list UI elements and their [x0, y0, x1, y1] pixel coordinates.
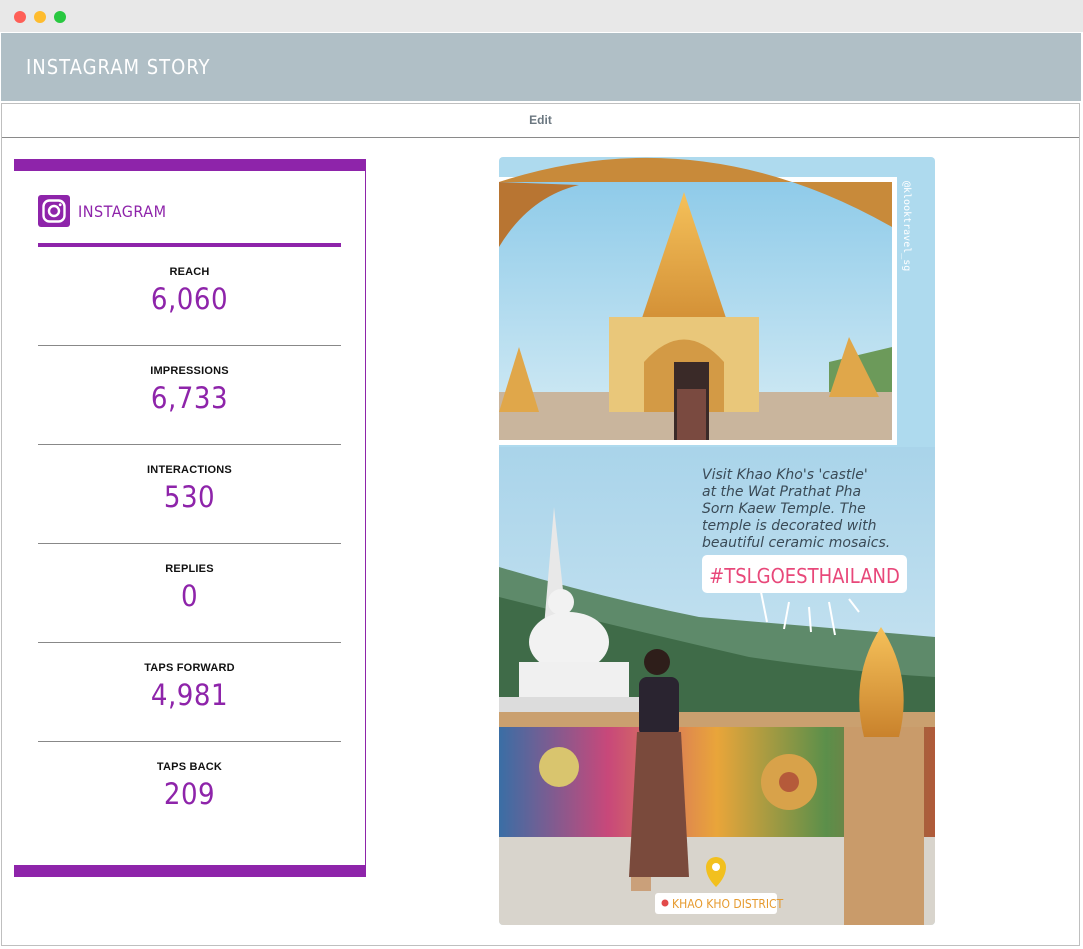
caption-line: beautiful ceramic mosaics.	[702, 535, 890, 551]
hashtag-sticker: #TSLGOESTHAILAND	[702, 555, 907, 593]
metric-value: 209	[163, 777, 216, 811]
page-header: INSTAGRAM STORY	[1, 33, 1081, 101]
metric-label: TAPS FORWARD	[144, 662, 235, 674]
metric-replies: REPLIES 0	[38, 544, 341, 643]
minimize-window-button[interactable]	[34, 11, 46, 23]
metric-label: REPLIES	[165, 563, 214, 575]
metric-value: 6,060	[150, 282, 229, 316]
location-sticker: KHAO KHO DISTRICT	[655, 893, 784, 914]
metric-label: TAPS BACK	[156, 761, 223, 773]
card-bottom-bar	[14, 865, 366, 877]
card-brand: INSTAGRAM	[38, 195, 167, 227]
page-title: INSTAGRAM STORY	[26, 55, 211, 79]
caption-line: Sorn Kaew Temple. The	[702, 501, 866, 517]
metric-value: 6,733	[150, 381, 229, 415]
card-brand-name: INSTAGRAM	[78, 201, 167, 221]
card-top-bar	[14, 159, 366, 171]
metric-value: 0	[180, 579, 199, 613]
location-text: KHAO KHO DISTRICT	[672, 897, 784, 911]
caption-line: Visit Khao Kho's 'castle'	[702, 467, 868, 483]
map-pin-icon	[661, 899, 669, 907]
metric-value: 4,981	[150, 678, 229, 712]
metric-reach: REACH 6,060	[38, 247, 341, 346]
maximize-window-button[interactable]	[54, 11, 66, 23]
metric-taps-forward: TAPS FORWARD 4,981	[38, 643, 341, 742]
caption-line: at the Wat Prathat Pha	[702, 484, 861, 500]
metric-impressions: IMPRESSIONS 6,733	[38, 346, 341, 445]
edit-bar: Edit	[2, 104, 1079, 138]
metric-value: 530	[163, 480, 216, 514]
metric-label: IMPRESSIONS	[150, 365, 229, 377]
instagram-icon	[38, 195, 70, 227]
close-window-button[interactable]	[14, 11, 26, 23]
caption-line: temple is decorated with	[702, 518, 876, 534]
metric-taps-back: TAPS BACK 209	[38, 742, 341, 841]
story-handle: @klooktravel_sg	[901, 181, 912, 271]
hashtag-text: #TSLGOESTHAILAND	[709, 564, 900, 588]
metric-label: REACH	[169, 266, 210, 278]
story-caption: Visit Khao Kho's 'castle' at the Wat Pra…	[702, 467, 890, 551]
metric-label: INTERACTIONS	[147, 464, 232, 476]
story-image: @klooktravel_sg Visit Khao Kho's 'castle…	[499, 157, 935, 925]
instagram-metrics-card: INSTAGRAM REACH 6,060 IMPRESSIONS 6,733 …	[14, 159, 366, 877]
window-titlebar	[0, 0, 1083, 32]
edit-button[interactable]: Edit	[529, 113, 552, 127]
metric-interactions: INTERACTIONS 530	[38, 445, 341, 544]
temple-photo	[499, 157, 897, 445]
